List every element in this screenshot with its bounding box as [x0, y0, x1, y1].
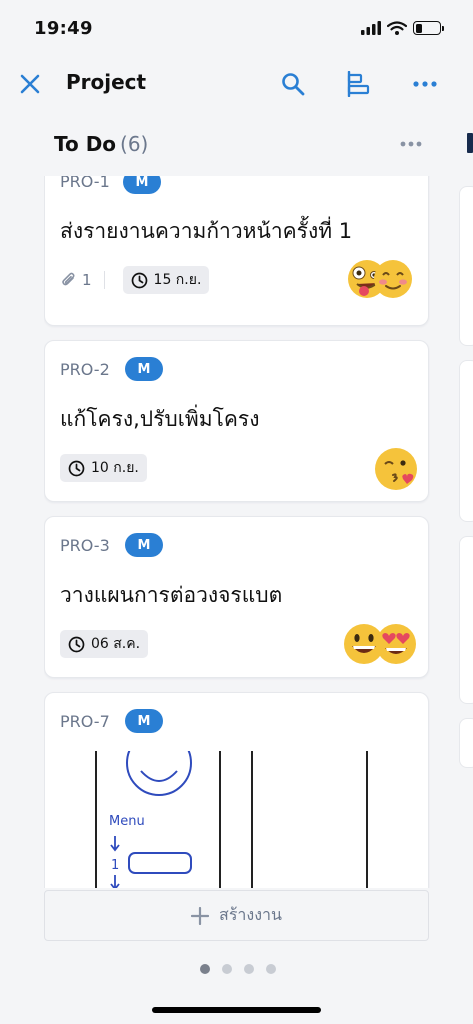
home-indicator[interactable] — [152, 1007, 321, 1013]
battery-icon — [413, 21, 444, 35]
page-indicator — [0, 964, 473, 974]
attachment-count-value: 1 — [82, 271, 92, 289]
due-date-label: 06 ส.ค. — [91, 636, 141, 652]
sketch-text-menu: Menu — [109, 814, 145, 829]
search-icon — [282, 73, 305, 96]
task-card[interactable]: PRO-1 M ส่งรายงานความก้าวหน้าครั้งที่ 1 … — [44, 176, 429, 326]
page-dot[interactable] — [265, 964, 276, 974]
due-date: 06 ส.ค. — [60, 630, 149, 658]
task-card[interactable]: PRO-3 M วางแผนการต่อวงจรแบต 06 ส.ค. — [44, 516, 429, 678]
task-key: PRO-1 — [60, 176, 110, 191]
due-date-label: 10 ก.ย. — [91, 460, 139, 476]
app-header: Project — [0, 56, 473, 112]
board-settings-button[interactable] — [338, 64, 378, 104]
assignee-avatars — [374, 447, 418, 491]
task-key: PRO-3 — [60, 536, 110, 555]
next-column-card[interactable] — [459, 718, 473, 768]
page-dot[interactable] — [221, 964, 232, 974]
due-date: 10 ก.ย. — [60, 454, 147, 482]
task-title: วางแผนการต่อวงจรแบต — [60, 583, 283, 607]
paperclip-icon — [62, 272, 75, 286]
kissing-heart-emoji-icon — [375, 448, 417, 490]
clock-icon — [131, 272, 147, 288]
clock-icon — [68, 460, 85, 476]
task-meta: 1 15 ก.ย. — [60, 266, 210, 294]
next-column-card[interactable] — [459, 186, 473, 346]
task-card[interactable]: PRO-7 M Menu 1 — [44, 692, 429, 888]
assignee-avatars — [343, 623, 417, 665]
wifi-icon — [387, 21, 407, 35]
task-card[interactable]: PRO-2 M แก้โครง,ปรับเพิ่มโครง 10 ก.ย. — [44, 340, 429, 502]
card-list[interactable]: PRO-1 M ส่งรายงานความก้าวหน้าครั้งที่ 1 … — [44, 176, 430, 888]
column-header: To Do (6) — [0, 124, 473, 168]
next-column-card[interactable] — [459, 360, 473, 522]
due-date-label: 15 ก.ย. — [153, 272, 202, 288]
priority-badge: M — [125, 357, 163, 381]
due-date: 15 ก.ย. — [122, 266, 210, 294]
task-title: ส่งรายงานความก้าวหน้าครั้งที่ 1 — [60, 219, 353, 243]
close-button[interactable] — [10, 64, 50, 104]
plus-icon — [191, 906, 210, 925]
create-task-button[interactable]: สร้างงาน — [44, 890, 429, 941]
page-dot[interactable] — [243, 964, 254, 974]
task-key: PRO-2 — [60, 360, 110, 379]
cellular-signal-icon — [361, 21, 381, 35]
sketch-attachment-image: Menu 1 — [95, 751, 368, 888]
more-horizontal-icon — [413, 81, 437, 87]
status-time: 19:49 — [34, 17, 93, 39]
column-name: To Do — [54, 132, 117, 156]
search-button[interactable] — [273, 64, 313, 104]
column-title: To Do (6) — [54, 132, 148, 156]
priority-badge: M — [125, 533, 163, 557]
divider — [103, 271, 105, 289]
status-icons — [361, 21, 444, 35]
priority-badge: M — [125, 709, 163, 733]
column-count: (6) — [120, 132, 149, 156]
task-key: PRO-7 — [60, 712, 110, 731]
page-title: Project — [66, 70, 147, 94]
page-dot[interactable] — [199, 964, 210, 974]
create-task-label: สร้างงาน — [219, 905, 282, 924]
clock-icon — [68, 636, 85, 652]
next-column-title-peek — [467, 133, 473, 153]
task-title: แก้โครง,ปรับเพิ่มโครง — [60, 407, 260, 431]
board-layout-icon — [347, 71, 370, 97]
more-options-button[interactable] — [405, 64, 445, 104]
task-meta: 06 ส.ค. — [60, 630, 149, 658]
assignee-avatars — [347, 259, 413, 299]
more-horizontal-icon — [400, 141, 422, 147]
column-menu-button[interactable] — [396, 132, 426, 156]
task-meta: 10 ก.ย. — [60, 454, 147, 482]
heart-eyes-emoji-icon — [376, 624, 416, 664]
close-icon — [20, 74, 40, 94]
attachment-count: 1 — [60, 271, 92, 289]
sketch-text-number: 1 — [111, 858, 119, 873]
next-column-card[interactable] — [459, 536, 473, 704]
status-bar: 19:49 — [0, 0, 473, 56]
priority-badge: M — [123, 176, 161, 194]
smiling-blush-emoji-icon — [374, 260, 412, 298]
